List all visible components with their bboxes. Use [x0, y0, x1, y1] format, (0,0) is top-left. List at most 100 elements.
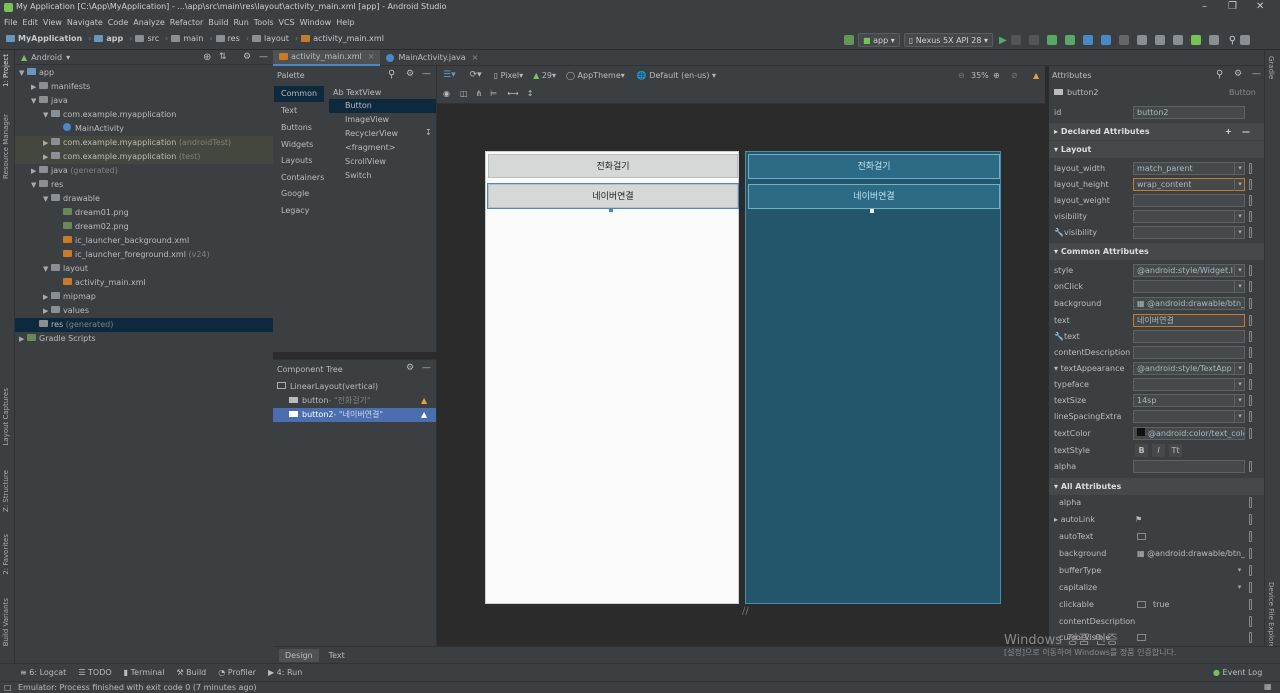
project-tool-tab[interactable]: 1: Project — [2, 54, 10, 87]
tree-item-java[interactable]: ▼ java — [15, 94, 273, 108]
event-log-tab[interactable]: ● Event Log — [1213, 668, 1262, 677]
attr-style-field[interactable]: @android:style/Widget.I — [1133, 264, 1245, 277]
all-caps-toggle[interactable]: Tt — [1169, 444, 1182, 457]
warning-icon[interactable]: ▲ — [1033, 71, 1039, 80]
menu-help[interactable]: Help — [336, 18, 354, 27]
component-linearlayout[interactable]: LinearLayout(vertical) — [273, 380, 436, 394]
canvas-resize-icon[interactable]: ∕∕ — [742, 606, 749, 617]
project-view-dropdown[interactable]: Android — [31, 53, 62, 62]
warning-icon[interactable]: ▲ — [421, 394, 427, 408]
component-button2[interactable]: button2- "네이버연결" ▲ — [273, 408, 436, 422]
tree-item-app[interactable]: ▼ app — [15, 66, 273, 80]
zoom-out-icon[interactable]: ⊖ — [958, 71, 965, 80]
cursor-visible-checkbox[interactable] — [1137, 634, 1146, 641]
menu-tools[interactable]: Tools — [254, 18, 274, 27]
api-dropdown[interactable]: ▲ 29▾ — [533, 71, 556, 80]
tree-item-dream02[interactable]: dream02.png — [15, 220, 273, 234]
warning-icon[interactable]: ▲ — [421, 408, 427, 422]
tree-item-java-generated[interactable]: ▶ java (generated) — [15, 164, 273, 178]
menu-window[interactable]: Window — [300, 18, 332, 27]
attr-layout-weight-field[interactable] — [1133, 194, 1245, 207]
section-common-attributes[interactable]: ▾ Common Attributes — [1049, 243, 1264, 260]
layers-icon[interactable]: ☰▾ — [443, 70, 456, 80]
palette-item-button[interactable]: Button — [329, 99, 436, 113]
breadcrumb-app[interactable]: app — [106, 34, 123, 43]
menu-build[interactable]: Build — [208, 18, 228, 27]
structure-tab[interactable]: Z: Structure — [2, 470, 10, 512]
blueprint-button2[interactable]: 네이버연결 — [748, 184, 1000, 209]
tree-item-manifests[interactable]: ▶ manifests — [15, 80, 273, 94]
sdk-manager-icon[interactable] — [1154, 35, 1165, 45]
run-tab[interactable]: ▶ 4: Run — [268, 668, 302, 677]
gear-icon[interactable]: ⚙ — [1234, 69, 1242, 79]
bold-toggle[interactable]: B — [1135, 444, 1148, 457]
tree-item-layout[interactable]: ▼ layout — [15, 262, 273, 276]
settings-icon[interactable] — [1240, 35, 1251, 45]
component-button[interactable]: button- "전화걸기" ▲ — [273, 394, 436, 408]
todo-tab[interactable]: ☰ TODO — [78, 668, 111, 677]
stop-icon[interactable] — [1118, 35, 1129, 45]
tree-item-package-test[interactable]: ▶ com.example.myapplication (test) — [15, 150, 273, 164]
apply-changes-icon[interactable] — [1028, 35, 1039, 45]
tab-design[interactable]: Design — [279, 648, 319, 662]
breadcrumb-file[interactable]: activity_main.xml — [313, 34, 384, 43]
buffertype-dropdown[interactable]: ▾ — [1234, 564, 1245, 577]
attr-text-color-field[interactable]: @android:color/text_color_ — [1133, 427, 1245, 440]
tree-item-ic-launcher-foreground[interactable]: ic_launcher_foreground.xml (v24) — [15, 248, 273, 262]
palette-category-containers[interactable]: Containers — [274, 170, 324, 186]
theme-dropdown[interactable]: ◯ AppTheme▾ — [566, 71, 625, 80]
logcat-tab[interactable]: ≡ 6: Logcat — [20, 668, 66, 677]
maximize-icon[interactable]: ❐ — [1228, 1, 1237, 12]
breadcrumb-res[interactable]: res — [228, 34, 240, 43]
section-declared-attributes[interactable]: ▸ Declared Attributes + — — [1049, 123, 1264, 140]
close-icon[interactable]: ✕ — [1256, 1, 1264, 12]
tree-item-activity-main[interactable]: activity_main.xml — [15, 276, 273, 290]
menu-edit[interactable]: Edit — [22, 18, 38, 27]
palette-item-switch[interactable]: Switch — [329, 169, 436, 183]
build-variants-tab[interactable]: Build Variants — [2, 598, 10, 646]
project-structure-icon[interactable] — [1136, 35, 1147, 45]
tree-item-package-androidtest[interactable]: ▶ com.example.myapplication (androidTest) — [15, 136, 273, 150]
attr-alpha-field[interactable] — [1133, 460, 1245, 473]
capitalize-dropdown[interactable]: ▾ — [1234, 581, 1245, 594]
sync-icon[interactable] — [1190, 35, 1201, 45]
eye-icon[interactable]: ◉ — [443, 89, 450, 98]
hide-icon[interactable]: — — [422, 363, 431, 373]
attr-background-field[interactable]: ▦ @android:drawable/btn_de — [1133, 297, 1245, 310]
gear-icon[interactable]: ⚙ — [406, 69, 414, 79]
autotext-checkbox[interactable] — [1137, 533, 1146, 540]
attr-content-description-field[interactable] — [1133, 346, 1245, 359]
locale-dropdown[interactable]: 🌐 Default (en-us) ▾ — [637, 71, 716, 80]
hammer-icon[interactable] — [844, 35, 854, 45]
attr-tools-text-field[interactable] — [1133, 330, 1245, 343]
attr-all-background-value[interactable]: ▦ @android:drawable/btn_de — [1137, 546, 1245, 562]
section-all-attributes[interactable]: ▾ All Attributes — [1049, 478, 1264, 495]
palette-category-common[interactable]: Common — [274, 86, 324, 102]
rerun-icon[interactable] — [1010, 35, 1021, 45]
breadcrumb-main[interactable]: main — [183, 34, 203, 43]
favorites-tab[interactable]: 2: Favorites — [2, 534, 10, 575]
minimize-icon[interactable]: – — [1202, 1, 1207, 12]
attr-text-size-field[interactable]: 14sp — [1133, 394, 1245, 407]
collapse-all-icon[interactable]: ⇅ — [219, 52, 227, 62]
palette-category-buttons[interactable]: Buttons — [274, 120, 324, 136]
resource-manager-tab[interactable]: Resource Manager — [2, 114, 10, 179]
clickable-checkbox[interactable] — [1137, 601, 1146, 608]
palette-category-widgets[interactable]: Widgets — [274, 137, 324, 153]
menu-run[interactable]: Run — [233, 18, 248, 27]
flag-icon[interactable]: ⚑ — [1135, 512, 1142, 528]
attr-tools-visibility-field[interactable] — [1133, 226, 1245, 239]
breadcrumb-layout[interactable]: layout — [264, 34, 289, 43]
tree-item-ic-launcher-background[interactable]: ic_launcher_background.xml — [15, 234, 273, 248]
attr-typeface-field[interactable] — [1133, 378, 1245, 391]
guidelines-icon[interactable]: ⊨ — [490, 89, 497, 98]
profiler-icon[interactable] — [1208, 35, 1219, 45]
menu-navigate[interactable]: Navigate — [67, 18, 103, 27]
hide-icon[interactable]: — — [259, 52, 268, 62]
close-tab-icon[interactable]: × — [472, 50, 479, 66]
breadcrumb-src[interactable]: src — [147, 34, 159, 43]
attr-layout-width-field[interactable]: match_parent — [1133, 162, 1245, 175]
profiler-tab[interactable]: ◔ Profiler — [218, 668, 256, 677]
menu-code[interactable]: Code — [108, 18, 128, 27]
run-config-dropdown[interactable]: ■ app ▾ — [858, 33, 900, 47]
